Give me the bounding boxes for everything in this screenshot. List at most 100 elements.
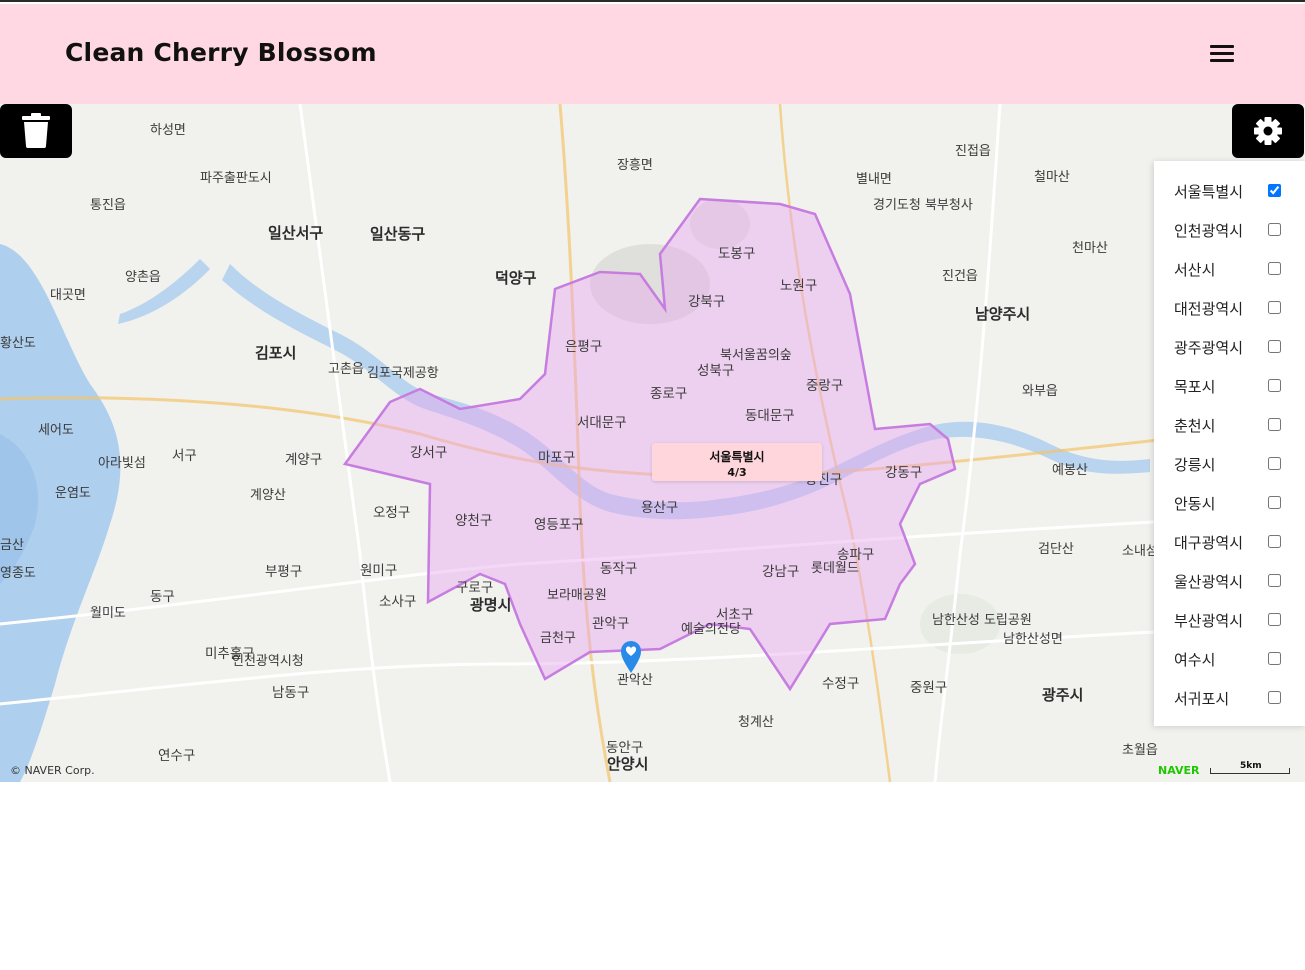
map-label: 노원구	[780, 278, 818, 294]
map-scale: 5km	[1210, 761, 1292, 774]
delete-button[interactable]	[0, 104, 72, 158]
map-label: 오정구	[373, 505, 411, 521]
map-label: 월미도	[90, 606, 126, 621]
region-option[interactable]: 광주광역시	[1154, 327, 1305, 366]
map-label: 롯데월드	[811, 561, 859, 576]
region-checkbox[interactable]	[1268, 340, 1281, 353]
map-label: 연수구	[158, 748, 196, 764]
map-label: 북서울꿈의숲	[720, 348, 792, 363]
map-label: 소사구	[379, 594, 417, 610]
region-option[interactable]: 인천광역시	[1154, 210, 1305, 249]
region-option[interactable]: 서귀포시	[1154, 678, 1305, 717]
naver-logo[interactable]: NAVER	[1158, 764, 1199, 777]
region-checkbox[interactable]	[1268, 535, 1281, 548]
region-option[interactable]: 여수시	[1154, 639, 1305, 678]
region-option-label: 서산시	[1174, 261, 1216, 279]
region-option[interactable]: 울산광역시	[1154, 561, 1305, 600]
map-label: 관악구	[592, 616, 630, 632]
region-tooltip: 서울특별시 4/3	[652, 443, 822, 481]
region-checkbox[interactable]	[1268, 574, 1281, 587]
map-label: 남동구	[272, 685, 310, 701]
region-option[interactable]: 춘천시	[1154, 405, 1305, 444]
app-frame: Clean Cherry Blossom 하성면 통진읍 파주출판도시 일산서구…	[0, 0, 1305, 970]
region-filter-panel: 서울특별시 인천광역시 서산시 대전광역시 광주광역시 목포시 춘천시 강릉시	[1154, 161, 1305, 726]
map-label: 세어도	[38, 423, 74, 438]
map-label: 금산	[0, 538, 24, 553]
region-option-label: 춘천시	[1174, 417, 1216, 435]
region-option-label: 여수시	[1174, 651, 1216, 669]
region-checkbox[interactable]	[1268, 184, 1281, 197]
map-label: 검단산	[1038, 542, 1074, 557]
settings-button[interactable]	[1232, 104, 1304, 158]
region-option[interactable]: 대구광역시	[1154, 522, 1305, 561]
region-checkbox[interactable]	[1268, 418, 1281, 431]
map-label: 대곳면	[50, 288, 86, 303]
map-label: 예봉산	[1052, 463, 1088, 478]
map-label: 은평구	[565, 339, 603, 355]
map-label: 용산구	[641, 500, 679, 516]
region-option[interactable]: 서울특별시	[1154, 171, 1305, 210]
region-option[interactable]: 부산광역시	[1154, 600, 1305, 639]
map-label: 일산서구	[268, 224, 324, 242]
map-label: 천마산	[1072, 241, 1108, 256]
region-option-label: 강릉시	[1174, 456, 1216, 474]
map-label: 서대문구	[577, 415, 627, 431]
region-checkbox[interactable]	[1268, 496, 1281, 509]
map-label: 남양주시	[975, 305, 1031, 323]
map-label: 와부읍	[1022, 384, 1058, 399]
map-label: 수정구	[822, 676, 860, 692]
region-option[interactable]: 대전광역시	[1154, 288, 1305, 327]
map-label: 계양산	[250, 488, 286, 503]
trash-icon	[22, 113, 50, 148]
map-label: 덕양구	[495, 269, 537, 287]
map-label: 영종도	[0, 566, 36, 581]
hamburger-menu-icon[interactable]	[1208, 42, 1236, 66]
map-label: 초월읍	[1122, 743, 1158, 758]
region-option-label: 대전광역시	[1174, 300, 1244, 318]
region-option[interactable]: 목포시	[1154, 366, 1305, 405]
tooltip-count: 4/3	[727, 466, 747, 479]
map-label: 금천구	[540, 631, 576, 646]
region-checkbox[interactable]	[1268, 457, 1281, 470]
map-label: 양촌읍	[125, 270, 161, 285]
map-label: 경기도청 북부청사	[873, 198, 973, 213]
map-label: 도봉구	[718, 246, 756, 262]
map-label: 동작구	[600, 561, 638, 577]
map-label: 통진읍	[90, 198, 126, 213]
map-label: 김포국제공항	[367, 366, 439, 381]
region-checkbox[interactable]	[1268, 613, 1281, 626]
region-checkbox[interactable]	[1268, 691, 1281, 704]
region-option-label: 서울특별시	[1174, 183, 1244, 201]
region-checkbox[interactable]	[1268, 379, 1281, 392]
region-option[interactable]: 강릉시	[1154, 444, 1305, 483]
map-label: 소내섬	[1122, 544, 1158, 559]
map-label: 아라빛섬	[98, 456, 146, 471]
map-label: 별내면	[856, 172, 892, 187]
region-option-label: 부산광역시	[1174, 612, 1244, 630]
map-label: 영등포구	[534, 517, 584, 533]
map-label: 장흥면	[617, 158, 653, 173]
region-checkbox[interactable]	[1268, 301, 1281, 314]
map-label: 남한산성 도립공원	[932, 613, 1032, 628]
region-option[interactable]: 서산시	[1154, 249, 1305, 288]
map-copyright: © NAVER Corp.	[10, 764, 95, 777]
map-scale-label: 5km	[1240, 761, 1262, 771]
map-label: 강동구	[885, 465, 923, 481]
app-header: Clean Cherry Blossom	[0, 4, 1305, 104]
map-label: 황산도	[0, 336, 36, 351]
map-label: 안양시	[607, 755, 649, 773]
map-label: 일산동구	[370, 225, 426, 243]
tooltip-region-name: 서울특별시	[709, 450, 765, 464]
map-label: 중원구	[910, 680, 948, 696]
map-label: 인천광역시청	[232, 654, 304, 669]
region-option-label: 인천광역시	[1174, 222, 1244, 240]
map-label: 종로구	[650, 386, 688, 402]
region-checkbox[interactable]	[1268, 262, 1281, 275]
region-option[interactable]: 안동시	[1154, 483, 1305, 522]
map-label: 동구	[150, 589, 175, 605]
map-label: 원미구	[360, 563, 398, 579]
map-label: 하성면	[150, 123, 186, 138]
heart-location-pin-icon[interactable]	[620, 640, 642, 674]
region-checkbox[interactable]	[1268, 223, 1281, 236]
region-checkbox[interactable]	[1268, 652, 1281, 665]
